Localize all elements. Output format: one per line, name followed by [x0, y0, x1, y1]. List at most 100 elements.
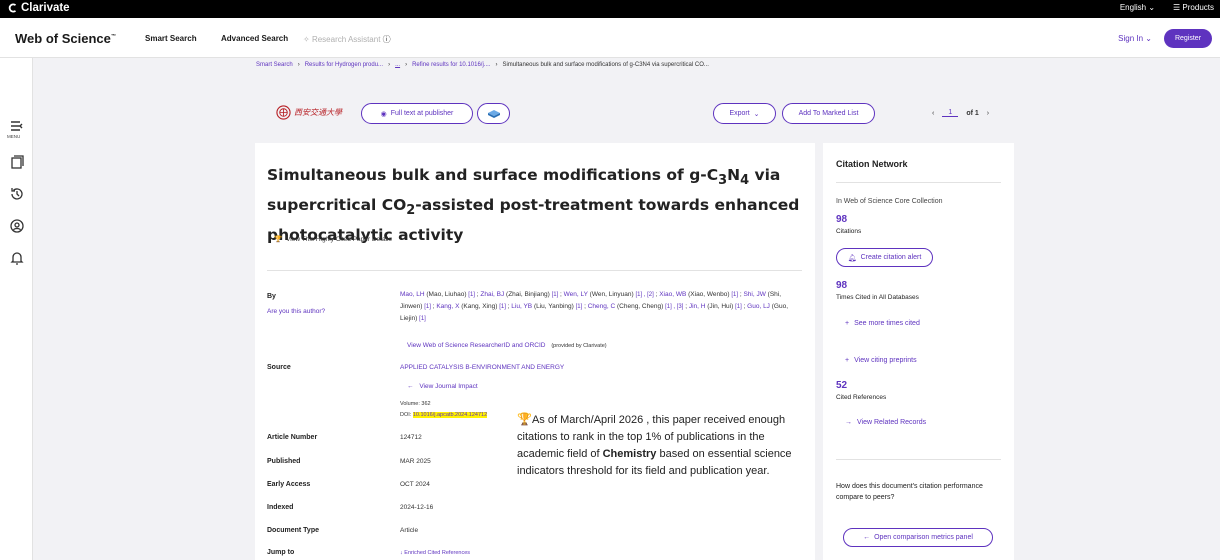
- author-list: Mao, LH (Mao, Liuhao) [1] ; Zhai, BJ (Zh…: [400, 289, 805, 325]
- author-entry: Liu, YB (Liu, Yanbing) [1]: [511, 303, 582, 310]
- panel-divider: [836, 459, 1001, 460]
- comparison-question: How does this document's citation perfor…: [836, 483, 983, 501]
- title-subscript: 3: [718, 173, 728, 189]
- affiliation-link[interactable]: [1]: [419, 316, 426, 322]
- jump-to-label-text: Enriched Cited References: [404, 550, 471, 556]
- author-link[interactable]: Kang, X: [436, 303, 459, 310]
- pager: ‹ 1 of 1 ›: [932, 109, 989, 117]
- full-text-label: Full text at publisher: [390, 110, 454, 117]
- author-link[interactable]: Wen, LY: [564, 291, 588, 298]
- breadcrumb-results[interactable]: Results for Hydrogen produ...: [305, 62, 383, 68]
- doi-link[interactable]: 10.1016/j.apcatb.2024.124712: [412, 412, 488, 418]
- sign-in-button[interactable]: Sign In ⌄: [1118, 34, 1152, 43]
- see-more-times-cited-link[interactable]: + See more times cited: [845, 320, 920, 327]
- document-type-label: Document Type: [267, 527, 319, 534]
- institution-logo: 西安交通大學: [276, 105, 342, 120]
- early-access-date: OCT 2024: [400, 481, 430, 488]
- affiliation-link[interactable]: [1]: [735, 304, 742, 310]
- arrow-right-icon: →: [845, 419, 852, 426]
- breadcrumb-separator: ›: [297, 62, 300, 68]
- author-link[interactable]: Guo, LJ: [747, 303, 770, 310]
- author-link[interactable]: Zhai, BJ: [480, 291, 504, 298]
- profile-icon[interactable]: [9, 218, 25, 234]
- full-text-options-button[interactable]: [477, 103, 510, 124]
- nav-research-assistant[interactable]: ✧ Research Assistant ⓘ: [303, 34, 391, 45]
- published-label: Published: [267, 458, 301, 465]
- register-button[interactable]: Register: [1164, 29, 1212, 48]
- author-entry: Cheng, C (Cheng, Cheng) [1] , [3]: [588, 303, 684, 310]
- full-text-button[interactable]: ◉ Full text at publisher: [361, 103, 473, 124]
- researcher-id-link[interactable]: View Web of Science ResearcherID and ORC…: [407, 342, 546, 349]
- plus-icon: +: [845, 320, 850, 327]
- breadcrumb: Smart Search › Results for Hydrogen prod…: [256, 62, 709, 68]
- marked-list-icon[interactable]: [9, 154, 25, 170]
- affiliation-link[interactable]: [1] , [2]: [635, 292, 653, 298]
- cited-references-label: Cited References: [836, 394, 887, 401]
- author-link[interactable]: Cheng, C: [588, 303, 615, 310]
- view-related-records-link[interactable]: → View Related Records: [845, 419, 926, 426]
- breadcrumb-separator: ›: [388, 62, 391, 68]
- open-comparison-metrics-button[interactable]: ← Open comparison metrics panel: [843, 528, 993, 547]
- author-link[interactable]: Xiao, WB: [659, 291, 686, 298]
- institution-name: 西安交通大學: [294, 108, 342, 117]
- author-link[interactable]: Mao, LH: [400, 291, 425, 298]
- create-citation-alert-button[interactable]: 🔔︎ Create citation alert: [836, 248, 933, 267]
- author-entry: Kang, X (Kang, Xing) [1]: [436, 303, 506, 310]
- chevron-down-icon: ⌄: [1145, 34, 1152, 43]
- affiliation-link[interactable]: [1] , [3]: [665, 304, 683, 310]
- published-date: MAR 2025: [400, 458, 431, 465]
- language-selector[interactable]: English ⌄: [1120, 3, 1155, 12]
- all-databases-count[interactable]: 98: [836, 280, 847, 291]
- affiliation-link[interactable]: [1]: [468, 292, 475, 298]
- indexed-label: Indexed: [267, 504, 294, 511]
- highly-cited-link[interactable]: 🏆 View This Highly Cited Paper Details: [274, 235, 392, 244]
- indexed-date: 2024-12-16: [400, 504, 434, 511]
- breadcrumb-refine[interactable]: Refine results for 10.1016/j....: [412, 62, 490, 68]
- are-you-this-author-link[interactable]: Are you this author?: [267, 308, 325, 315]
- early-access-label: Early Access: [267, 481, 311, 488]
- jump-to-link[interactable]: ↓ Enriched Cited References: [400, 550, 470, 556]
- nav-smart-search[interactable]: Smart Search: [145, 34, 197, 43]
- breadcrumb-ellipsis[interactable]: ...: [395, 62, 400, 68]
- author-entry: Zhai, BJ (Zhai, Binjiang) [1]: [480, 291, 558, 298]
- author-full-name: (Mao, Liuhao): [424, 291, 469, 298]
- language-label: English: [1119, 3, 1147, 12]
- author-full-name: (Xiao, Wenbo): [686, 291, 732, 298]
- menu-label: MENU: [7, 134, 21, 139]
- affiliation-link[interactable]: [1]: [424, 304, 431, 310]
- chevron-down-icon: ⌄: [1148, 3, 1156, 12]
- products-menu[interactable]: ☰ Products: [1173, 3, 1214, 12]
- nav-advanced-search[interactable]: Advanced Search: [221, 34, 288, 43]
- page-input[interactable]: 1: [942, 109, 959, 117]
- article-number-label: Article Number: [267, 434, 318, 441]
- author-link[interactable]: Jin, H: [689, 303, 706, 310]
- highly-cited-label: View This Highly Cited Paper Details: [286, 235, 392, 243]
- breadcrumb-smart-search[interactable]: Smart Search: [256, 62, 293, 68]
- source-link[interactable]: APPLIED CATALYSIS B-ENVIRONMENT AND ENER…: [400, 364, 564, 371]
- author-full-name: (Wen, Linyuan): [587, 291, 636, 298]
- doi-row: DOI: 10.1016/j.apcatb.2024.124712: [400, 412, 488, 418]
- view-citing-preprints-link[interactable]: + View citing preprints: [845, 357, 917, 364]
- journal-impact-link[interactable]: ← View Journal Impact: [407, 383, 478, 390]
- web-of-science-logo[interactable]: Web of Science™: [15, 31, 116, 46]
- title-text: N: [727, 166, 741, 184]
- bell-icon[interactable]: [9, 250, 25, 266]
- citations-count[interactable]: 98: [836, 214, 847, 225]
- add-to-marked-list-button[interactable]: Add To Marked List: [782, 103, 875, 124]
- author-full-name: (Liu, Yanbing): [532, 303, 576, 310]
- record-card: Simultaneous bulk and surface modificati…: [255, 143, 815, 560]
- export-button[interactable]: Export ⌄: [713, 103, 776, 124]
- record-action-bar: 西安交通大學 ◉ Full text at publisher Export ⌄…: [0, 103, 1220, 125]
- breadcrumb-separator: ›: [405, 62, 408, 68]
- author-link[interactable]: Liu, YB: [511, 303, 532, 310]
- next-page-icon[interactable]: ›: [987, 110, 989, 117]
- cited-references-count[interactable]: 52: [836, 380, 847, 391]
- affiliation-link[interactable]: [1]: [499, 304, 506, 310]
- author-full-name: (Cheng, Cheng): [615, 303, 666, 310]
- clarivate-logo[interactable]: Clarivate: [8, 2, 70, 14]
- author-link[interactable]: Shi, JW: [743, 291, 765, 298]
- related-label: View Related Records: [857, 419, 927, 426]
- prev-page-icon[interactable]: ‹: [932, 110, 934, 117]
- info-icon: ⓘ: [382, 35, 391, 44]
- history-icon[interactable]: [9, 186, 25, 202]
